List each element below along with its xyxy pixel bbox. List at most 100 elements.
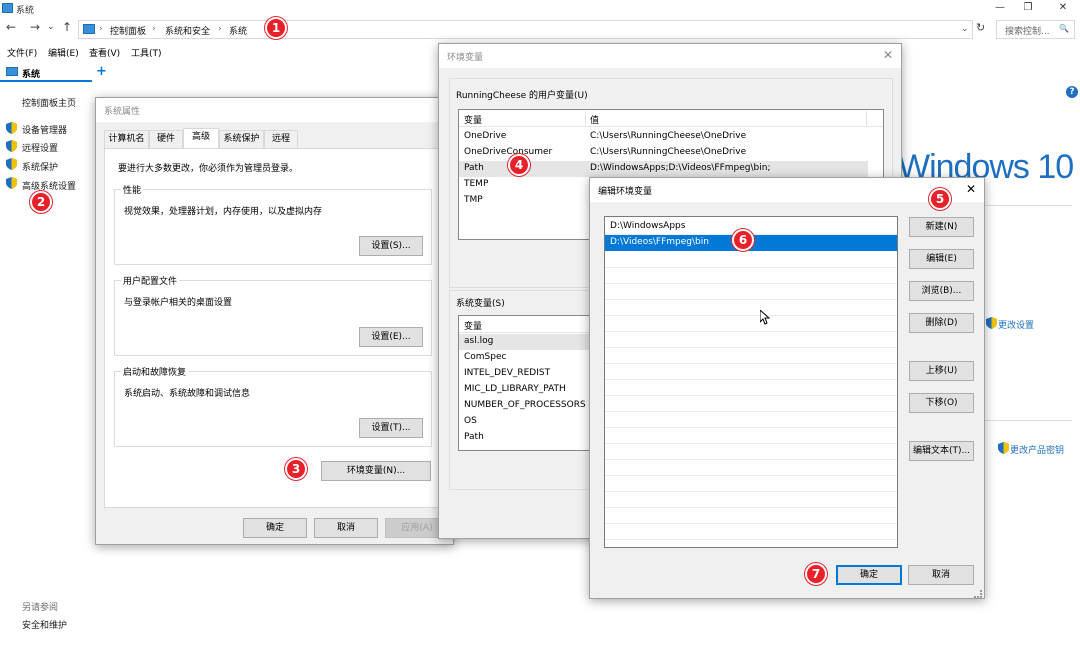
shield-icon xyxy=(6,158,17,170)
sidebar-device-manager[interactable]: 设备管理器 xyxy=(22,123,67,136)
menu-view[interactable]: 查看(V) xyxy=(89,46,120,59)
row-variable: Path xyxy=(464,432,484,442)
menu-edit[interactable]: 编辑(E) xyxy=(48,46,79,59)
startup-recovery-settings-button[interactable]: 设置(T)... xyxy=(359,418,423,438)
empty-row-line xyxy=(605,459,897,460)
tab-advanced[interactable]: 高级 xyxy=(183,128,219,148)
ok-button[interactable]: 确定 xyxy=(836,565,902,585)
change-product-key-link[interactable]: 更改产品密钥 xyxy=(1010,443,1064,456)
window-title: 系统 xyxy=(16,6,35,16)
empty-row-line xyxy=(605,539,897,540)
tab-system-protection[interactable]: 系统保护 xyxy=(219,130,264,148)
row-variable: INTEL_DEV_REDIST xyxy=(464,368,551,378)
address-dropdown-icon[interactable]: ⌄ xyxy=(961,24,969,34)
performance-settings-button[interactable]: 设置(S)... xyxy=(359,236,423,256)
address-bar[interactable]: › 控制面板 › 系统和安全 › 系统 ⌄ xyxy=(78,20,973,39)
up-arrow-icon[interactable]: ↑ xyxy=(62,20,72,34)
move-down-button[interactable]: 下移(O) xyxy=(909,393,974,413)
step-marker-7: 7 xyxy=(805,563,827,585)
see-also-heading: 另请参阅 xyxy=(22,603,59,613)
breadcrumb-system[interactable]: 系统 xyxy=(229,24,247,37)
column-header-value[interactable]: 值 xyxy=(590,113,599,126)
startup-recovery-group: 启动和故障恢复 系统启动、系统故障和调试信息 设置(T)... xyxy=(114,365,432,447)
forward-arrow-icon[interactable]: → xyxy=(30,20,40,34)
startup-recovery-desc: 系统启动、系统故障和调试信息 xyxy=(124,389,251,399)
dialog-titlebar: 系统属性 xyxy=(96,98,453,122)
close-icon[interactable]: ✕ xyxy=(966,182,976,196)
step-marker-3: 3 xyxy=(285,458,307,480)
refresh-icon[interactable]: ↻ xyxy=(976,21,985,34)
row-variable: NUMBER_OF_PROCESSORS xyxy=(464,400,586,410)
tab-strip: 计算机名 硬件 高级 系统保护 远程 xyxy=(104,128,449,150)
row-variable: TEMP xyxy=(464,179,489,189)
sidebar-advanced-system-settings[interactable]: 高级系统设置 xyxy=(22,179,76,192)
search-placeholder: 搜索控制... xyxy=(1005,27,1050,37)
minimize-button[interactable]: — xyxy=(985,0,1015,18)
breadcrumb-sep-icon: › xyxy=(152,24,156,34)
shield-icon xyxy=(986,317,997,329)
tab-hardware[interactable]: 硬件 xyxy=(149,130,183,148)
environment-variables-button[interactable]: 环境变量(N)... xyxy=(321,461,431,481)
sidebar-control-panel-home[interactable]: 控制面板主页 xyxy=(22,96,76,109)
row-variable: ComSpec xyxy=(464,352,507,362)
breadcrumb-control-panel[interactable]: 控制面板 xyxy=(110,24,146,37)
user-profiles-settings-button[interactable]: 设置(E)... xyxy=(359,327,423,347)
change-settings-link[interactable]: 更改设置 xyxy=(998,318,1034,331)
cancel-button[interactable]: 取消 xyxy=(908,565,974,585)
system-app-icon xyxy=(2,3,13,13)
move-up-button[interactable]: 上移(U) xyxy=(909,361,974,381)
tab-system-label: 系统 xyxy=(22,70,41,80)
empty-row-line xyxy=(605,411,897,412)
breadcrumb-system-security[interactable]: 系统和安全 xyxy=(165,24,210,37)
user-profiles-group: 用户配置文件 与登录帐户相关的桌面设置 设置(E)... xyxy=(114,274,432,356)
window-titlebar: 系统 — ❐ ✕ xyxy=(0,0,1080,18)
sidebar-system-protection[interactable]: 系统保护 xyxy=(22,160,58,173)
row-value: C:\Users\RunningCheese\OneDrive xyxy=(590,131,747,141)
column-header-variable[interactable]: 变量 xyxy=(464,319,482,332)
step-marker-6: 6 xyxy=(732,229,754,251)
column-header-variable[interactable]: 变量 xyxy=(464,113,482,126)
browse-button[interactable]: 浏览(B)... xyxy=(909,281,974,301)
menu-file[interactable]: 文件(F) xyxy=(7,46,37,59)
edit-button[interactable]: 编辑(E) xyxy=(909,249,974,269)
tab-remote[interactable]: 远程 xyxy=(264,130,298,148)
edit-text-button[interactable]: 编辑文本(T)... xyxy=(909,441,974,461)
maximize-button[interactable]: ❐ xyxy=(1013,0,1043,18)
row-variable: OS xyxy=(464,416,477,426)
breadcrumb-sep-icon: › xyxy=(99,24,103,34)
add-tab-icon[interactable]: + xyxy=(96,64,107,79)
empty-row-line xyxy=(605,395,897,396)
search-input[interactable]: 搜索控制... 🔍 xyxy=(996,20,1075,39)
sidebar-remote-settings[interactable]: 远程设置 xyxy=(22,141,58,154)
empty-row-line xyxy=(605,347,897,348)
new-button[interactable]: 新建(N) xyxy=(909,217,974,237)
path-entries-list[interactable]: D:\WindowsApps D:\Videos\FFmpeg\bin xyxy=(604,216,898,548)
recent-dropdown-icon[interactable]: ⌄ xyxy=(47,22,55,32)
list-header: 变量 值 xyxy=(459,111,883,127)
back-arrow-icon[interactable]: ← xyxy=(6,20,16,34)
close-button[interactable]: ✕ xyxy=(1048,0,1078,18)
row-variable: MIC_LD_LIBRARY_PATH xyxy=(464,384,566,394)
sidebar-security-maintenance[interactable]: 安全和维护 xyxy=(22,618,67,631)
menu-tools[interactable]: 工具(T) xyxy=(131,46,162,59)
ok-button[interactable]: 确定 xyxy=(243,518,307,538)
shield-icon xyxy=(6,140,17,152)
table-row[interactable]: OneDrive C:\Users\RunningCheese\OneDrive xyxy=(459,129,883,145)
help-icon[interactable]: ? xyxy=(1066,86,1078,98)
performance-desc: 视觉效果，处理器计划，内存使用，以及虚拟内存 xyxy=(124,207,323,217)
close-icon[interactable]: ✕ xyxy=(883,48,893,62)
resize-grip-icon[interactable] xyxy=(974,590,982,598)
empty-row-line xyxy=(605,475,897,476)
cancel-button[interactable]: 取消 xyxy=(314,518,378,538)
step-marker-2: 2 xyxy=(30,191,52,213)
performance-group: 性能 视觉效果，处理器计划，内存使用，以及虚拟内存 设置(S)... xyxy=(114,183,432,265)
tab-computer-name[interactable]: 计算机名 xyxy=(104,130,149,148)
empty-row-line xyxy=(605,331,897,332)
empty-row-line xyxy=(605,507,897,508)
path-entry-text: D:\WindowsApps xyxy=(610,221,686,231)
delete-button[interactable]: 删除(D) xyxy=(909,313,974,333)
empty-row-line xyxy=(605,299,897,300)
column-divider xyxy=(585,111,586,127)
row-variable: OneDrive xyxy=(464,131,507,141)
tab-system[interactable]: 系统 xyxy=(0,62,92,82)
